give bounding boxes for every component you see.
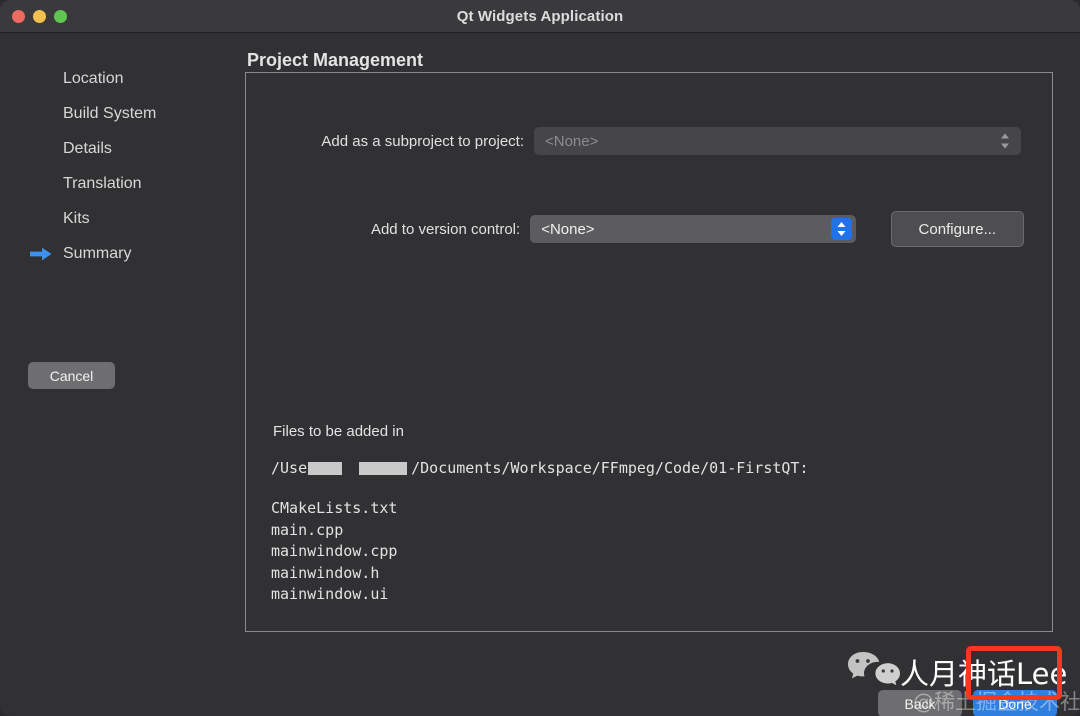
sidebar-item-label: Translation [63, 174, 142, 192]
files-heading: Files to be added in [273, 423, 404, 440]
version-control-value: <None> [541, 220, 595, 238]
back-button[interactable]: Back [878, 690, 962, 716]
sidebar-item-location[interactable]: Location [0, 61, 245, 96]
configure-button[interactable]: Configure... [890, 211, 1024, 247]
window-title: Qt Widgets Application [456, 7, 624, 25]
page-title: Project Management [247, 50, 424, 70]
list-item: mainwindow.h [271, 563, 380, 582]
title-bar: Qt Widgets Application [0, 0, 1080, 33]
list-item: main.cpp [271, 520, 344, 539]
done-button[interactable]: Done [973, 690, 1057, 716]
files-path-prefix: /Use [271, 459, 308, 477]
sidebar-item-label: Summary [63, 244, 132, 262]
blue-right-arrow-icon [30, 247, 52, 261]
sidebar-item-label: Location [63, 69, 124, 87]
list-item: mainwindow.cpp [271, 542, 398, 560]
subproject-select[interactable]: <None> [534, 127, 1021, 155]
sidebar-item-details[interactable]: Details [0, 131, 245, 166]
chevron-up-down-icon [999, 132, 1011, 151]
sidebar-item-label: Details [63, 139, 112, 157]
minimize-button[interactable] [33, 9, 46, 23]
redaction-block [308, 461, 343, 475]
subproject-label: Add as a subproject to project: [321, 132, 524, 150]
sidebar-item-label: Build System [63, 104, 157, 122]
maximize-button[interactable] [54, 9, 67, 23]
subproject-value: <None> [545, 132, 599, 150]
project-management-panel: Add as a subproject to project: <None> A… [245, 72, 1053, 632]
sidebar-item-label: Kits [63, 209, 90, 227]
main-content: Project Management Add as a subproject t… [245, 33, 1080, 716]
sidebar-item-summary[interactable]: Summary [0, 236, 245, 271]
subproject-row: Add as a subproject to project: <None> [246, 127, 1024, 155]
sidebar-item-build-system[interactable]: Build System [0, 96, 245, 131]
version-control-select[interactable]: <None> [530, 215, 856, 243]
files-list: CMakeLists.txt main.cpp mainwindow.cpp m… [271, 498, 397, 606]
list-item: mainwindow.ui [271, 585, 389, 603]
app-window: Qt Widgets Application Location Build Sy… [0, 0, 1080, 716]
files-path-suffix: /Documents/Workspace/FFmpeg/Code/01-Firs… [411, 459, 809, 477]
cancel-button[interactable]: Cancel [28, 362, 115, 389]
list-item: CMakeLists.txt [271, 499, 398, 517]
close-button[interactable] [12, 9, 25, 23]
sidebar-item-translation[interactable]: Translation [0, 166, 245, 201]
wizard-sidebar: Location Build System Details Translatio… [0, 33, 245, 716]
window-controls [0, 9, 67, 23]
sidebar-item-kits[interactable]: Kits [0, 201, 245, 236]
version-control-row: Add to version control: <None> Configure… [246, 211, 1024, 247]
window-body: Location Build System Details Translatio… [0, 33, 1080, 716]
redaction-block [359, 461, 408, 475]
chevron-up-down-icon[interactable] [830, 218, 852, 240]
version-control-label: Add to version control: [370, 220, 521, 238]
files-path: /Use /Documents/Workspace/FFmpeg/Code/01… [271, 459, 808, 477]
